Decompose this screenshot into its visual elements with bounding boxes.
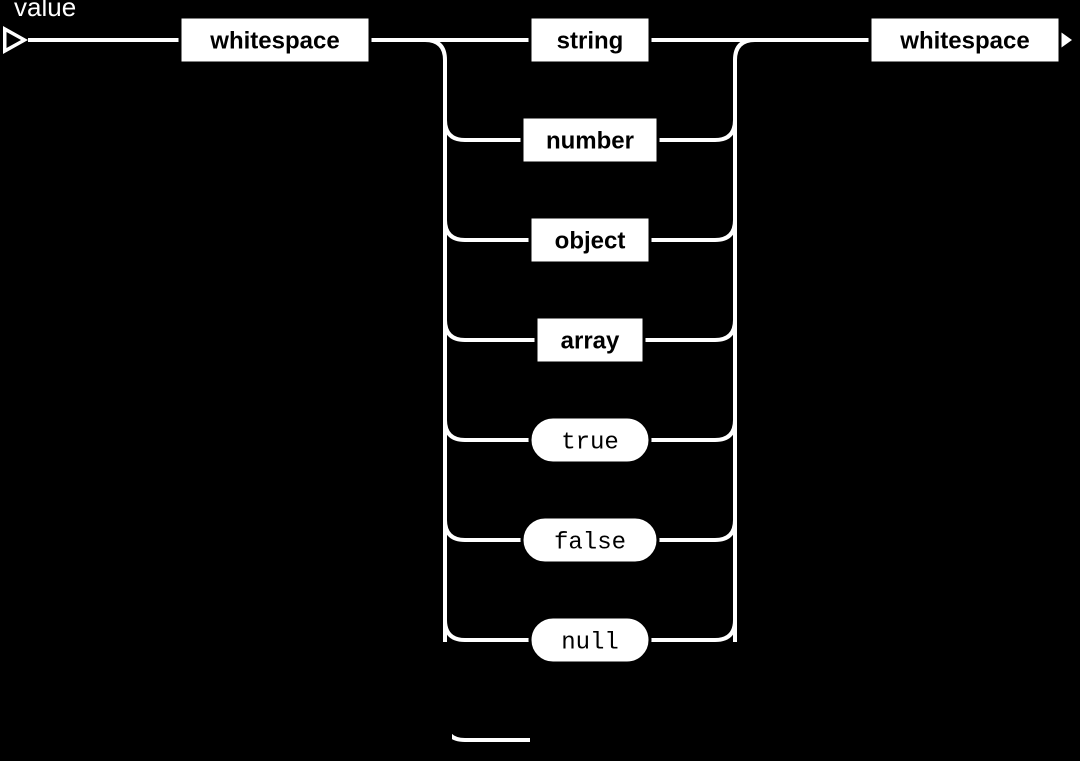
node-label: whitespace xyxy=(209,27,339,54)
node-whitespace-post: whitespace xyxy=(870,17,1060,63)
node-label: whitespace xyxy=(899,27,1029,54)
node-label: number xyxy=(546,127,634,154)
right-branch-rail xyxy=(735,40,755,720)
branch-true: true xyxy=(445,417,735,463)
branch-false: false xyxy=(445,517,735,563)
left-branch-rail xyxy=(425,40,445,720)
node-string: string xyxy=(530,17,650,63)
node-label: object xyxy=(555,227,626,254)
branch-null: null xyxy=(445,617,735,740)
node-label: array xyxy=(561,327,620,354)
branch-object: object xyxy=(445,217,735,263)
node-label: true xyxy=(561,429,619,456)
node-label: string xyxy=(557,27,624,54)
railroad-diagram: value whitespace whitespace string numbe… xyxy=(0,0,1080,761)
node-label: false xyxy=(554,529,626,556)
node-label: null xyxy=(561,629,619,656)
rule-name: value xyxy=(14,0,76,22)
branch-number: number xyxy=(445,117,735,163)
branch-array: array xyxy=(445,317,735,363)
node-whitespace-pre: whitespace xyxy=(180,17,370,63)
